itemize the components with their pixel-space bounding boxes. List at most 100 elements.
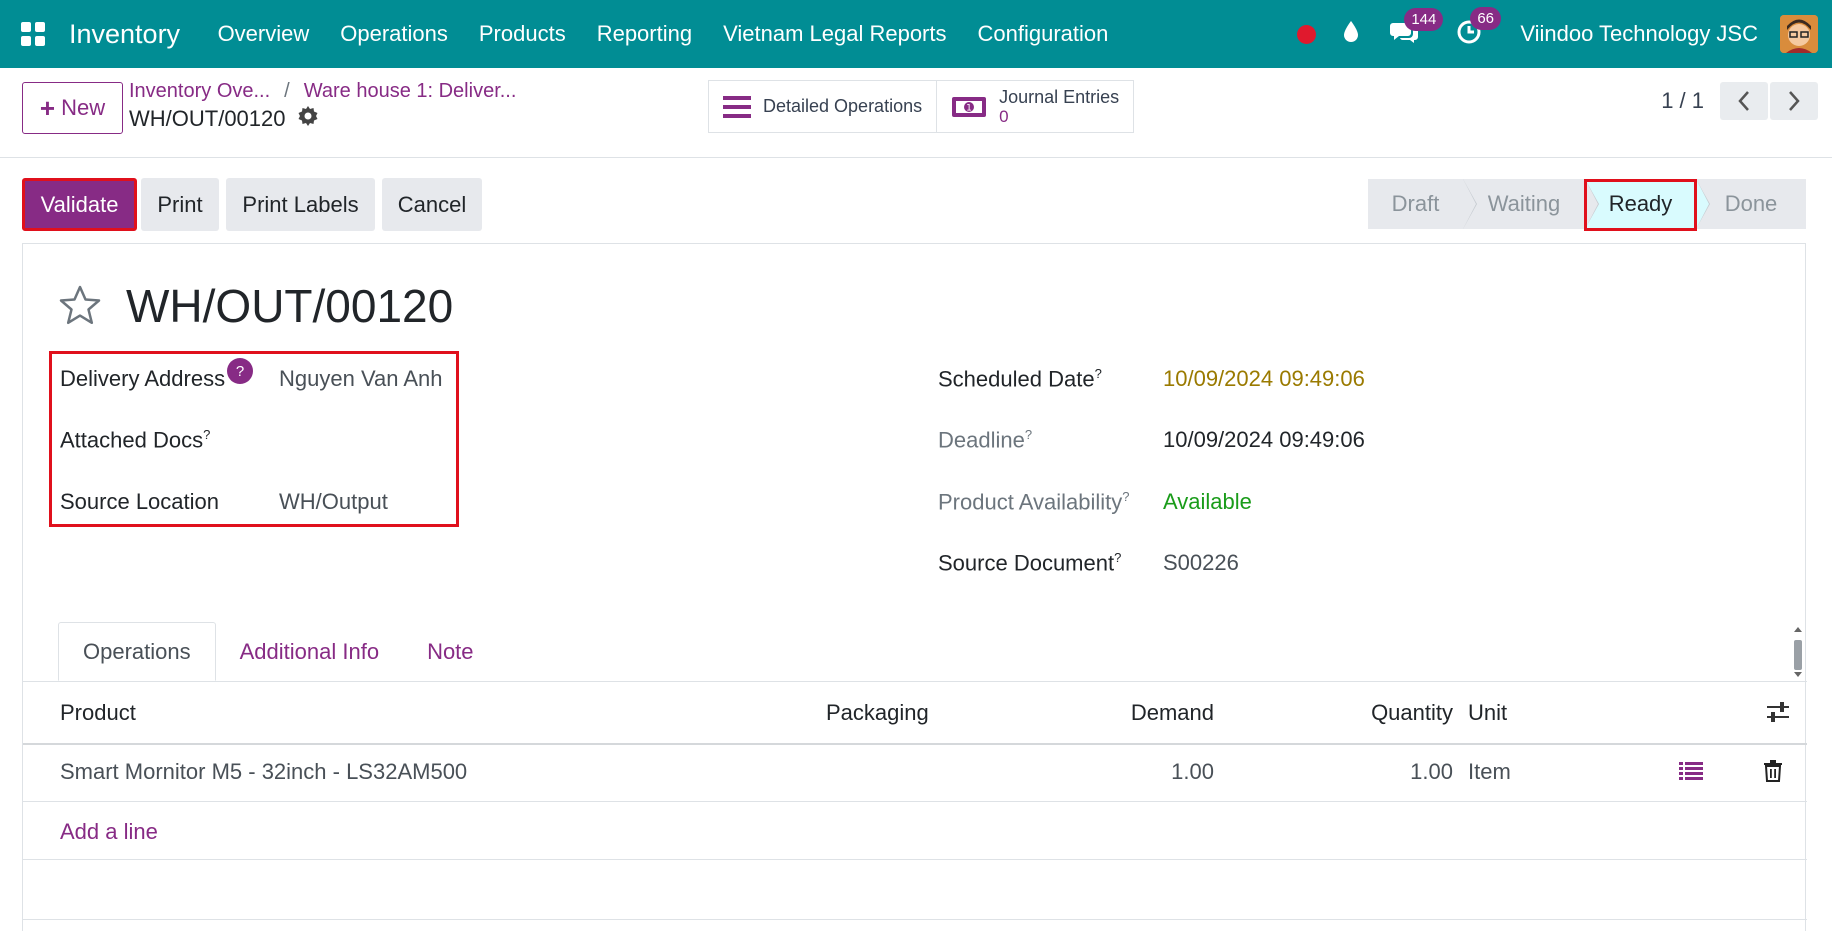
tabs-divider (23, 681, 1807, 682)
breadcrumb-inventory-overview[interactable]: Inventory Ove... (129, 80, 270, 102)
optional-columns-sliders-icon[interactable] (1766, 701, 1790, 728)
menu-reporting[interactable]: Reporting (581, 21, 707, 47)
stage-waiting-label: Waiting (1487, 191, 1561, 216)
column-product[interactable]: Product (60, 700, 136, 726)
row-quantity[interactable]: 1.00 (1303, 759, 1453, 785)
breadcrumb: Inventory Ove... / Ware house 1: Deliver..… (129, 80, 516, 103)
header-divider (23, 743, 1807, 745)
list-icon (723, 95, 751, 119)
print-labels-button[interactable]: Print Labels (226, 178, 375, 231)
pager: 1 / 1 (1661, 82, 1818, 120)
smart-buttons: Detailed Operations 1 Journal Entries 0 (708, 80, 1135, 133)
new-button-label: New (61, 95, 106, 120)
chevron-right-icon (1789, 91, 1800, 111)
scheduled-date-field[interactable]: 10/09/2024 09:49:06 (1163, 366, 1365, 392)
record-indicator-icon[interactable] (1297, 24, 1317, 44)
row-divider (23, 801, 1807, 802)
journal-entries-label: Journal Entries (999, 86, 1120, 107)
column-quantity[interactable]: Quantity (1303, 700, 1453, 726)
current-record-line: WH/OUT/00120 (129, 106, 318, 132)
status-stages: Draft Waiting Ready Done (1368, 179, 1806, 229)
attached-docs-field[interactable] (279, 427, 459, 453)
stage-waiting[interactable]: Waiting (1463, 179, 1599, 229)
attached-docs-label: Attached Docs? (60, 427, 211, 453)
help-icon[interactable]: ? (227, 358, 253, 384)
plus-icon: + (39, 92, 56, 123)
row-product[interactable]: Smart Mornitor M5 - 32inch - LS32AM500 (60, 759, 467, 785)
add-line-link[interactable]: Add a line (60, 819, 158, 845)
row-demand[interactable]: 1.00 (1088, 759, 1214, 785)
stage-ready[interactable]: Ready (1585, 179, 1710, 229)
pager-next-button[interactable] (1770, 82, 1818, 120)
apps-menu-icon[interactable] (21, 22, 45, 46)
activities-count-badge: 66 (1470, 6, 1501, 30)
menu-overview[interactable]: Overview (202, 21, 325, 47)
user-avatar[interactable] (1780, 15, 1818, 53)
menu-operations[interactable]: Operations (325, 21, 464, 47)
droplet-icon[interactable] (1342, 20, 1360, 49)
navbar-systray: 144 66 Viindoo Technology JSC (1297, 0, 1832, 68)
scrollbar-thumb[interactable] (1794, 640, 1802, 670)
top-navbar: Inventory Overview Operations Products R… (0, 0, 1832, 68)
scrollbar[interactable] (1791, 624, 1805, 680)
company-switcher[interactable]: Viindoo Technology JSC (1520, 21, 1758, 47)
breadcrumb-warehouse-delivery[interactable]: Ware house 1: Deliver... (304, 80, 517, 102)
messages-icon[interactable]: 144 (1390, 7, 1444, 49)
source-location-label: Source Location (60, 489, 219, 514)
scheduled-date-label: Scheduled Date? (938, 366, 1102, 392)
chevron-left-icon (1738, 91, 1749, 111)
delivery-address-field[interactable]: Nguyen Van Anh (279, 366, 443, 392)
menu-vietnam-legal-reports[interactable]: Vietnam Legal Reports (708, 21, 962, 47)
source-location-field[interactable]: WH/Output (279, 489, 388, 515)
source-document-field[interactable]: S00226 (1163, 550, 1239, 576)
stage-ready-label: Ready (1608, 191, 1673, 216)
details-list-icon[interactable] (1679, 761, 1703, 786)
stage-draft-label: Draft (1391, 191, 1440, 216)
gear-icon[interactable] (298, 106, 318, 132)
form-statusbar: Validate Print Print Labels Cancel Draft… (22, 178, 1806, 231)
cancel-button[interactable]: Cancel (382, 178, 482, 231)
notebook-tabs: Operations Additional Info Note (58, 622, 498, 681)
money-icon: 1 (951, 95, 987, 119)
new-button[interactable]: + New (22, 82, 123, 134)
tab-operations[interactable]: Operations (58, 622, 216, 681)
star-icon[interactable] (58, 284, 102, 331)
journal-entries-button[interactable]: 1 Journal Entries 0 (936, 81, 1134, 132)
messages-count-badge: 144 (1404, 7, 1444, 31)
control-panel: + New Inventory Ove... / Ware house 1: Del… (0, 68, 1832, 158)
add-line-divider (23, 859, 1807, 860)
deadline-field[interactable]: 10/09/2024 09:49:06 (1163, 427, 1365, 453)
source-document-label: Source Document? (938, 550, 1122, 576)
tab-additional-info[interactable]: Additional Info (216, 622, 403, 681)
product-availability-label: Product Availability? (938, 489, 1130, 515)
row-unit[interactable]: Item (1468, 759, 1511, 785)
print-button[interactable]: Print (141, 178, 219, 231)
column-packaging[interactable]: Packaging (826, 700, 929, 726)
form-sheet: WH/OUT/00120 Delivery Address ? Nguyen V… (22, 243, 1807, 931)
deadline-label: Deadline? (938, 427, 1033, 453)
breadcrumb-separator: / (284, 80, 290, 102)
pager-value[interactable]: 1 / 1 (1661, 88, 1704, 114)
trash-icon[interactable] (1763, 760, 1783, 787)
stage-done[interactable]: Done (1696, 179, 1806, 229)
menu-configuration[interactable]: Configuration (962, 21, 1124, 47)
column-demand[interactable]: Demand (1088, 700, 1214, 726)
app-name[interactable]: Inventory (69, 19, 180, 50)
validate-button[interactable]: Validate (22, 178, 137, 231)
record-title: WH/OUT/00120 (126, 280, 454, 332)
product-availability-value: Available (1163, 489, 1252, 514)
tab-note[interactable]: Note (403, 622, 497, 681)
main-menu: Overview Operations Products Reporting V… (202, 21, 1124, 47)
detailed-operations-label: Detailed Operations (763, 96, 923, 116)
svg-text:1: 1 (966, 103, 972, 113)
stage-done-label: Done (1724, 191, 1778, 216)
menu-products[interactable]: Products (463, 21, 581, 47)
column-unit[interactable]: Unit (1468, 700, 1507, 726)
activities-clock-icon[interactable]: 66 (1456, 6, 1501, 50)
stage-draft[interactable]: Draft (1368, 179, 1477, 229)
pager-previous-button[interactable] (1720, 82, 1768, 120)
detailed-operations-button[interactable]: Detailed Operations (709, 81, 937, 132)
record-reference: WH/OUT/00120 (129, 106, 286, 131)
delivery-address-label: Delivery Address (60, 366, 226, 391)
journal-entries-count: 0 (999, 106, 1009, 126)
